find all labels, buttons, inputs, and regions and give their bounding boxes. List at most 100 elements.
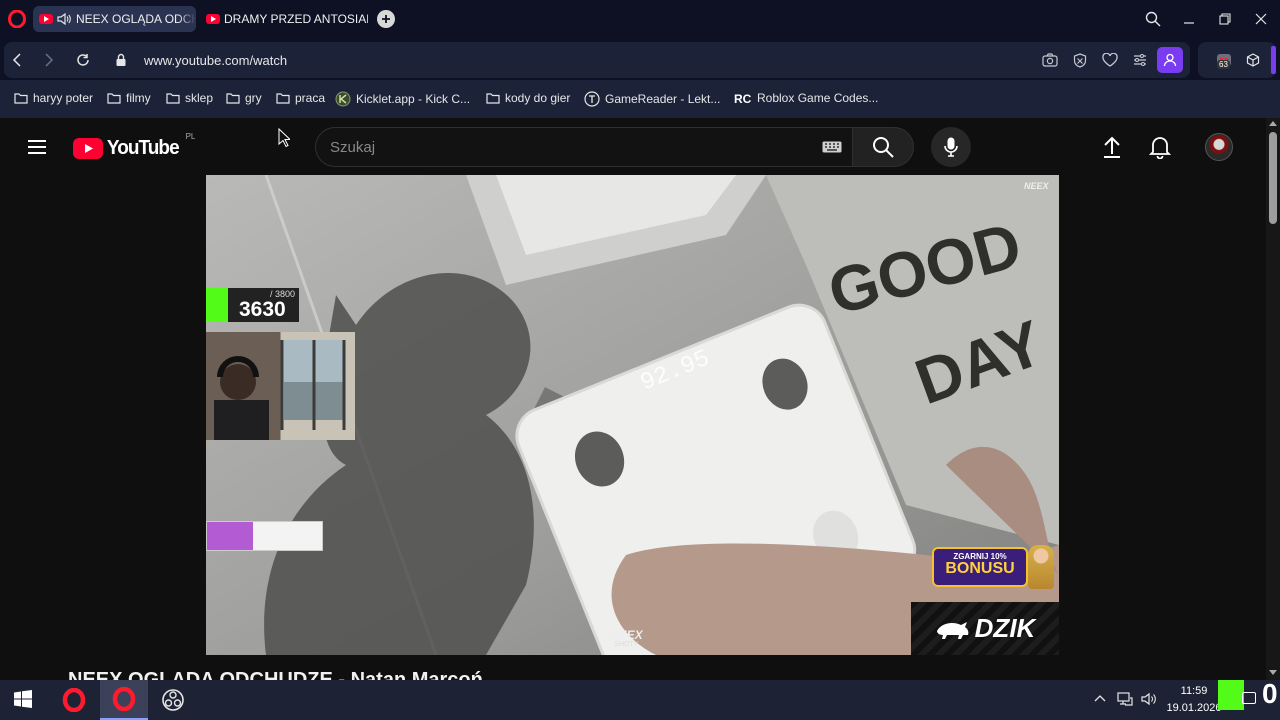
kicklet-icon [335, 91, 351, 107]
kick-logo-icon [206, 288, 228, 322]
bookmark-item[interactable]: GameReader - Lekt... [584, 91, 720, 107]
avatar[interactable] [1205, 133, 1233, 161]
snapshot-icon[interactable] [1040, 50, 1060, 70]
svg-text:RC: RC [734, 92, 752, 104]
scroll-up-arrow[interactable] [1269, 121, 1277, 126]
url-text[interactable]: www.youtube.com/watch [144, 53, 287, 68]
bookmark-item[interactable]: RC Roblox Game Codes... [734, 91, 878, 105]
forward-button[interactable] [39, 50, 59, 70]
notifications-button[interactable] [1149, 135, 1171, 159]
kick-count: 3630 [239, 298, 286, 321]
lock-icon[interactable] [111, 50, 131, 70]
sidebar-toggle[interactable] [1271, 46, 1276, 74]
promo-banner-small [206, 521, 323, 551]
extensions-area [1198, 42, 1276, 78]
video-player[interactable]: 92.95 GOOD DAY NEEX / 3800 3630 ZGARNIJ … [206, 175, 1059, 655]
tab-label: DRAMY PRZED ANTOSIAM [224, 12, 368, 26]
scroll-down-arrow[interactable] [1269, 670, 1277, 675]
kick-overlay-widget: 0 [1218, 678, 1280, 710]
bookmark-label: filmy [126, 91, 151, 105]
restore-button[interactable] [1215, 9, 1235, 29]
taskbar-opera-icon[interactable] [62, 688, 86, 712]
clock-date: 19.01.2026 [1166, 702, 1222, 714]
windows-taskbar [0, 680, 1280, 720]
bookmark-label: gry [245, 91, 262, 105]
minimize-button[interactable] [1179, 9, 1199, 29]
voice-search-button[interactable] [931, 127, 971, 167]
microphone-icon [944, 137, 958, 157]
youtube-favicon-icon [39, 14, 53, 24]
volume-icon[interactable] [1141, 692, 1157, 706]
bookmark-item[interactable]: gry [226, 91, 262, 105]
streamer-webcam [206, 332, 355, 440]
mouse-cursor [278, 128, 290, 148]
bonus-banner[interactable]: ZGARNIJ 10% BONUSU [932, 545, 1056, 589]
profile-button[interactable] [1157, 47, 1183, 73]
notification-icon[interactable] [1242, 692, 1256, 704]
search-icon [873, 137, 894, 158]
close-window-button[interactable] [1251, 9, 1271, 29]
keyboard-icon[interactable] [822, 141, 842, 153]
bookmark-item[interactable]: Kicklet.app - Kick C... [335, 91, 470, 107]
bookmark-item[interactable]: haryy poter [14, 91, 93, 105]
back-button[interactable] [7, 50, 27, 70]
sponsor-banner[interactable]: DZIK [911, 602, 1059, 655]
video-title: NEEX OGLĄDA ODCHUDZE - Natan Marcoń [68, 664, 768, 680]
gamereader-icon [584, 91, 600, 107]
reload-button[interactable] [73, 50, 93, 70]
taskbar-opera-gx-active[interactable] [100, 680, 148, 720]
clock[interactable]: 11:59 19.01.2026 [1166, 683, 1222, 717]
watermark-bottom-sub: SHOTY [614, 641, 639, 648]
tray-chevron-up-icon[interactable] [1094, 694, 1106, 702]
page-scrollbar[interactable] [1266, 118, 1280, 680]
bonus-character-icon [1028, 545, 1054, 589]
tab-inactive[interactable]: DRAMY PRZED ANTOSIAM [200, 6, 368, 32]
bonus-main-text: BONUSU [945, 560, 1015, 577]
bookmark-item[interactable]: filmy [107, 91, 151, 105]
heart-icon[interactable] [1100, 50, 1120, 70]
extension-button[interactable]: 63 [1214, 50, 1234, 70]
network-icon[interactable] [1117, 692, 1133, 706]
easy-setup-icon[interactable] [1130, 50, 1150, 70]
kick-overlay-count: 0 [1262, 678, 1278, 709]
taskbar-obs-icon[interactable] [161, 688, 185, 712]
tab-active[interactable]: NEEX OGLĄDA ODCHO [33, 6, 196, 32]
search-button[interactable] [852, 127, 914, 167]
video-title-text: NEEX OGLĄDA ODCHUDZE - Natan Marcoń [68, 669, 483, 680]
opera-menu-icon[interactable] [8, 10, 26, 28]
folder-icon [14, 92, 28, 104]
bookmark-label: kody do gier [505, 91, 571, 105]
youtube-logo[interactable]: YouTube PL [73, 132, 195, 160]
folder-icon [107, 92, 121, 104]
boar-icon [936, 621, 969, 639]
menu-icon[interactable] [27, 138, 47, 156]
bookmark-label: Kicklet.app - Kick C... [356, 92, 471, 106]
search-bar [315, 127, 852, 167]
search-tabs-icon[interactable] [1143, 9, 1163, 29]
extensions-cube-icon[interactable] [1243, 50, 1263, 70]
extension-badge: 63 [1217, 60, 1230, 69]
youtube-favicon-icon [206, 14, 220, 24]
bookmark-item[interactable]: praca [276, 91, 325, 105]
speaker-icon[interactable] [57, 13, 71, 25]
bookmark-label: sklep [185, 91, 214, 105]
windows-logo-icon [14, 690, 32, 708]
folder-icon [276, 92, 290, 104]
watermark-bottom: NEEX SHOTY [610, 629, 643, 649]
start-button[interactable] [14, 690, 34, 710]
opera-gx-icon [112, 687, 136, 711]
bookmark-label: haryy poter [33, 91, 94, 105]
folder-icon [486, 92, 500, 104]
bookmark-label: GameReader - Lekt... [605, 92, 721, 106]
bookmark-item[interactable]: sklep [166, 91, 213, 105]
youtube-logo-icon [73, 137, 103, 159]
upload-button[interactable] [1101, 135, 1123, 159]
scrollbar-thumb[interactable] [1269, 132, 1277, 224]
new-tab-button[interactable] [377, 10, 395, 28]
shield-icon[interactable] [1070, 50, 1090, 70]
search-input[interactable] [330, 136, 810, 158]
country-code: PL [185, 132, 196, 141]
folder-icon [166, 92, 180, 104]
kick-counter-widget: / 3800 3630 [206, 288, 299, 322]
bookmark-item[interactable]: kody do gier [486, 91, 570, 105]
